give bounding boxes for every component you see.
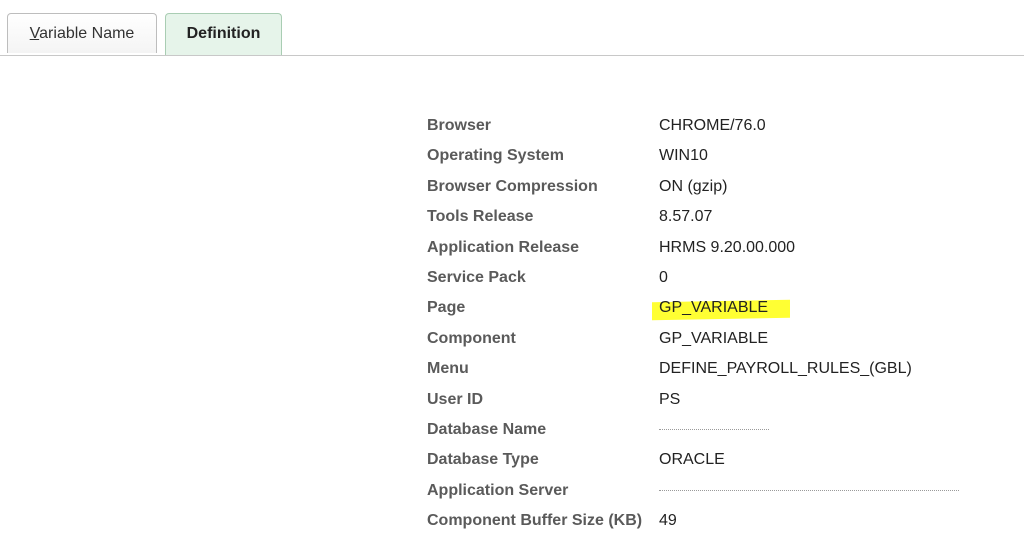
info-label: Database Name bbox=[427, 420, 547, 438]
redacted-value bbox=[659, 428, 769, 432]
info-label: Browser bbox=[427, 117, 492, 134]
info-value: PS bbox=[659, 390, 681, 408]
info-value: GP_VARIABLE bbox=[659, 329, 769, 347]
info-label: Database Type bbox=[427, 451, 539, 469]
info-label: Operating System bbox=[427, 147, 564, 165]
tab-variable-name[interactable]: Variable Name bbox=[7, 13, 157, 53]
info-value: 8.57.07 bbox=[659, 208, 713, 226]
info-label: Browser Compression bbox=[427, 177, 598, 195]
info-value: ORACLE bbox=[659, 451, 725, 469]
info-label: Application Release bbox=[427, 238, 580, 256]
info-label: Menu bbox=[427, 360, 469, 378]
info-label: Page bbox=[427, 299, 466, 317]
info-value: GP_VARIABLE bbox=[659, 299, 769, 317]
info-value: WIN10 bbox=[659, 147, 708, 165]
tab-accelerator-key: V bbox=[29, 25, 40, 42]
info-value: HRMS 9.20.00.000 bbox=[659, 238, 796, 256]
info-value: ON (gzip) bbox=[659, 177, 728, 195]
tab-label: Definition bbox=[186, 25, 261, 42]
info-label: Service Pack bbox=[427, 268, 526, 286]
redacted-value bbox=[659, 489, 959, 493]
tab-bar: Variable Name Definition bbox=[0, 0, 1024, 56]
info-value: CHROME/76.0 bbox=[659, 117, 766, 134]
info-label: User ID bbox=[427, 390, 484, 408]
info-label: Component Buffer Size (KB) bbox=[427, 512, 643, 530]
info-value: 49 bbox=[659, 512, 677, 530]
tab-label: ariable Name bbox=[39, 25, 135, 42]
info-label: Application Server bbox=[427, 481, 569, 499]
info-label: Tools Release bbox=[427, 208, 534, 226]
tab-definition[interactable]: Definition bbox=[165, 13, 282, 55]
info-label: Component bbox=[427, 329, 516, 347]
info-value: DEFINE_PAYROLL_RULES_(GBL) bbox=[659, 360, 912, 378]
info-value: 0 bbox=[659, 268, 668, 286]
